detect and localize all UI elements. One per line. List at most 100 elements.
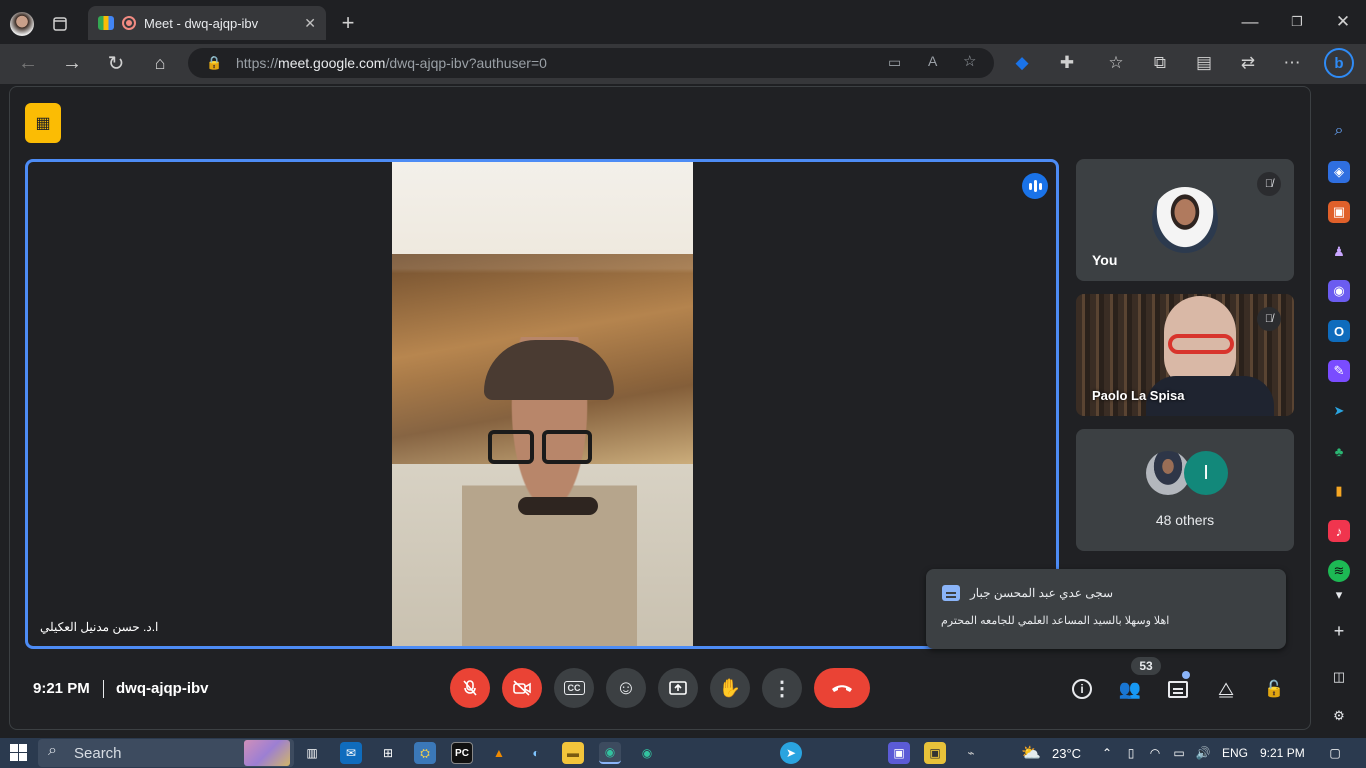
reactions-button[interactable]: ☺ <box>606 668 646 708</box>
chat-icon <box>1168 680 1188 698</box>
paolo-label: Paolo La Spisa <box>1092 388 1185 403</box>
tray-app-icon-2[interactable]: ▣ <box>924 742 946 764</box>
tray-app-icon-1[interactable]: ▣ <box>888 742 910 764</box>
toggle-mic-button[interactable] <box>450 668 490 708</box>
battery-icon[interactable]: ▭ <box>1168 742 1190 764</box>
notifications-icon[interactable]: ▢ <box>1324 742 1346 764</box>
taskbar-search[interactable]: ⌕ Search <box>38 739 294 767</box>
windows-start-icon[interactable] <box>10 744 27 761</box>
language-indicator[interactable]: ENG <box>1222 746 1248 760</box>
activities-shapes-icon: ⧋ <box>1217 678 1235 699</box>
present-button[interactable] <box>658 668 698 708</box>
volume-icon[interactable]: 🔊 <box>1192 742 1214 764</box>
main-speaker-tile[interactable]: ا.د. حسن مدنيل العكيلي <box>25 159 1059 649</box>
forward-icon[interactable]: → <box>58 49 86 77</box>
bing-copilot-icon[interactable]: b <box>1324 48 1354 78</box>
tray-chevron-icon[interactable]: ⌃ <box>1096 742 1118 764</box>
new-tab-icon[interactable]: + <box>334 9 362 37</box>
host-controls-button[interactable]: 🔓 <box>1259 674 1289 704</box>
main-speaker-name: ا.د. حسن مدنيل العكيلي <box>40 620 159 634</box>
speaker-video <box>392 162 693 646</box>
toggle-camera-button[interactable] <box>502 668 542 708</box>
refresh-icon[interactable]: ↻ <box>102 49 130 77</box>
tile-others[interactable]: I 48 others <box>1076 429 1294 551</box>
weather-temp[interactable]: 23°C <box>1052 746 1081 761</box>
tools-icon[interactable]: ▣ <box>1328 201 1350 223</box>
copilot-icon[interactable]: ◉ <box>1328 280 1350 302</box>
deezer-icon[interactable]: ▮ <box>1328 480 1350 502</box>
meeting-badge-icon[interactable]: ▦ <box>25 103 61 143</box>
designer-icon[interactable]: ✎ <box>1328 360 1350 382</box>
collections-icon[interactable]: ⧉ <box>1146 49 1174 77</box>
telegram-icon[interactable]: ➤ <box>1328 400 1350 422</box>
favorites-icon[interactable]: ☆ <box>1102 49 1130 77</box>
telegram-taskbar-icon[interactable]: ➤ <box>780 742 802 764</box>
performance-icon[interactable]: ▤ <box>1190 49 1218 77</box>
add-sidebar-app-icon[interactable]: + <box>1328 620 1350 642</box>
read-aloud-icon[interactable]: A <box>928 53 937 69</box>
outlook-icon[interactable]: O <box>1328 320 1350 342</box>
more-menu-icon[interactable]: ⋯ <box>1278 49 1306 77</box>
minimize-icon[interactable]: — <box>1236 8 1264 36</box>
paolo-glasses <box>1168 334 1234 354</box>
chat-notification[interactable]: سجى عدي عبد المحسن جبار اهلا وسهلا بالسي… <box>926 569 1286 649</box>
people-icon: 👥 <box>1118 678 1142 699</box>
tab-close-icon[interactable]: ✕ <box>304 15 316 32</box>
more-options-button[interactable]: ⋮ <box>762 668 802 708</box>
hide-sidebar-icon[interactable]: ◫ <box>1328 666 1350 688</box>
url-path: /dwq-ajqp-ibv?authuser=0 <box>385 55 547 71</box>
edge-dev-icon[interactable]: ◉ <box>636 742 658 764</box>
you-avatar <box>1152 187 1218 253</box>
pycharm-icon[interactable]: PC <box>451 742 473 764</box>
edge-taskbar-icon[interactable]: ◉ <box>599 742 621 764</box>
more-vert-icon: ⋮ <box>772 677 792 700</box>
people-button[interactable]: 👥 <box>1115 674 1145 704</box>
home-icon[interactable]: ⌂ <box>146 49 174 77</box>
restore-icon[interactable]: ❐ <box>1283 8 1311 36</box>
add-favorite-icon[interactable]: ☆ <box>963 52 976 70</box>
close-icon[interactable]: ✕ <box>1329 8 1357 36</box>
wifi-icon[interactable]: ◠ <box>1144 742 1166 764</box>
usb-icon[interactable]: ⌁ <box>960 742 982 764</box>
captions-button[interactable]: CC <box>554 668 594 708</box>
file-explorer-icon[interactable]: ▬ <box>562 742 584 764</box>
chat-message: اهلا وسهلا بالسيد المساعد العلمي للجامعه… <box>941 615 1170 627</box>
back-icon[interactable]: ← <box>14 49 42 77</box>
tree-icon[interactable]: ♣ <box>1328 440 1350 462</box>
address-bar[interactable]: 🔒 https://meet.google.com/dwq-ajqp-ibv?a… <box>188 48 994 78</box>
phone-link-icon[interactable]: ▯ <box>1120 742 1142 764</box>
chat-unread-dot <box>1182 671 1190 679</box>
other-avatar-initial: I <box>1184 451 1228 495</box>
store-icon[interactable]: ⊞ <box>377 742 399 764</box>
chevron-down-icon[interactable]: ▾ <box>1328 584 1350 606</box>
python-icon[interactable]: ⛭ <box>414 742 436 764</box>
task-view-icon[interactable]: ▥ <box>301 742 323 764</box>
leave-call-button[interactable] <box>814 668 870 708</box>
camera-in-use-icon[interactable]: ▭ <box>888 54 901 71</box>
extension-shield-icon[interactable]: ◆ <box>1008 49 1036 77</box>
vlc-icon[interactable]: ▲ <box>488 742 510 764</box>
search-icon[interactable]: ⌕ <box>1328 120 1350 142</box>
music-icon[interactable]: ♪ <box>1328 520 1350 542</box>
paint-icon[interactable]: ◐ <box>525 742 547 764</box>
emoji-icon: ☺ <box>615 676 637 699</box>
tab-meet[interactable]: Meet - dwq-ajqp-ibv ✕ <box>88 6 326 40</box>
profile-avatar[interactable] <box>10 12 34 36</box>
extensions-icon[interactable]: ✚ <box>1053 49 1081 77</box>
chat-button[interactable] <box>1163 674 1193 704</box>
meeting-time: 9:21 PM <box>33 680 90 697</box>
tile-you[interactable]: 🎙̸ You <box>1076 159 1294 281</box>
shopping-tag-icon[interactable]: ◈ <box>1328 161 1350 183</box>
raise-hand-button[interactable]: ✋ <box>710 668 750 708</box>
weather-icon[interactable]: ⛅ <box>1020 742 1042 764</box>
games-icon[interactable]: ♟ <box>1328 241 1350 263</box>
activities-button[interactable]: ⧋ <box>1211 674 1241 704</box>
taskbar-clock[interactable]: 9:21 PM <box>1260 746 1305 760</box>
tab-actions-icon[interactable] <box>46 10 74 38</box>
tile-paolo[interactable]: 🎙̸ Paolo La Spisa <box>1076 294 1294 416</box>
share-icon[interactable]: ⇄ <box>1234 49 1262 77</box>
meeting-details-button[interactable]: i <box>1067 674 1097 704</box>
mail-icon[interactable]: ✉ <box>340 742 362 764</box>
sidebar-settings-icon[interactable]: ⚙ <box>1328 705 1350 727</box>
spotify-icon[interactable]: ≋ <box>1328 560 1350 582</box>
